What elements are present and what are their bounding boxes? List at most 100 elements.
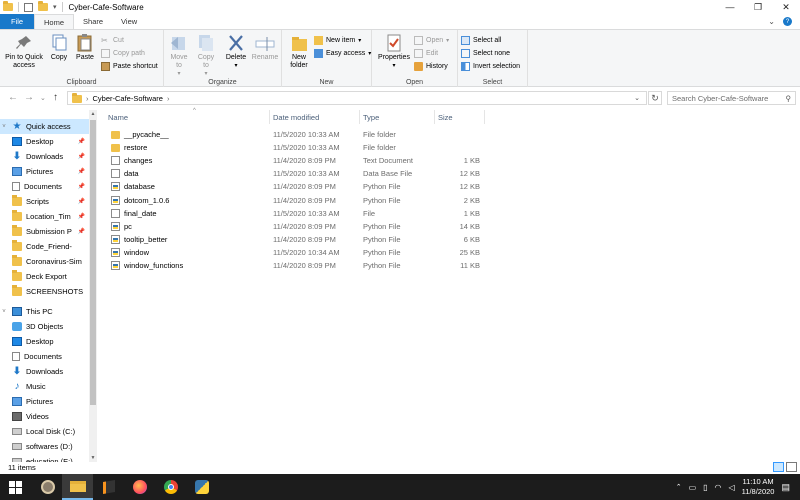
nav-item[interactable]: SCREENSHOTS bbox=[0, 284, 89, 299]
nav-quick-access[interactable]: ˅ ★ Quick access bbox=[0, 119, 89, 134]
nav-item[interactable]: Pictures 📌 bbox=[0, 164, 89, 179]
copy-path-button[interactable]: Copy path bbox=[101, 47, 145, 59]
wifi-icon[interactable]: ◠ bbox=[715, 483, 722, 492]
file-row[interactable]: dotcom_1.0.6 11/4/2020 8:09 PM Python File… bbox=[97, 194, 797, 207]
properties-button[interactable]: Properties ▾ bbox=[376, 34, 412, 70]
scrollbar-thumb[interactable] bbox=[90, 120, 96, 405]
column-header-name[interactable]: Name ^ bbox=[105, 108, 270, 124]
breadcrumb-separator-icon[interactable]: › bbox=[167, 94, 170, 103]
nav-item[interactable]: Deck Export bbox=[0, 269, 89, 284]
up-arrow-icon[interactable]: ↑ bbox=[53, 92, 58, 103]
nav-this-pc[interactable]: ˅ This PC bbox=[0, 304, 89, 319]
copy-button[interactable]: Copy bbox=[48, 34, 70, 62]
paste-button[interactable]: Paste bbox=[73, 34, 97, 62]
file-row[interactable]: window_functions 11/4/2020 8:09 PM Python … bbox=[97, 259, 797, 272]
gimp-icon[interactable] bbox=[32, 474, 63, 500]
new-item-button[interactable]: New item ▾ bbox=[314, 34, 361, 46]
large-icons-view-icon[interactable] bbox=[786, 462, 797, 472]
refresh-icon[interactable]: ↻ bbox=[648, 91, 662, 105]
new-folder-icon[interactable] bbox=[38, 1, 48, 11]
column-header-date[interactable]: Date modified bbox=[270, 110, 360, 124]
open-button[interactable]: Open ▾ bbox=[414, 34, 449, 46]
file-row[interactable]: database 11/4/2020 8:09 PM Python File 12 K… bbox=[97, 180, 797, 193]
new-folder-button[interactable]: New folder bbox=[286, 34, 312, 70]
scroll-down-icon[interactable]: ▼ bbox=[89, 455, 97, 461]
sublime-icon[interactable] bbox=[93, 474, 124, 500]
file-row[interactable]: window 11/5/2020 10:34 AM Python File 25 KB bbox=[97, 246, 797, 259]
tab-home[interactable]: Home bbox=[34, 14, 75, 29]
details-view-icon[interactable] bbox=[773, 462, 784, 472]
nav-item[interactable]: 3D Objects bbox=[0, 319, 89, 334]
python-icon[interactable] bbox=[186, 474, 217, 500]
file-row[interactable]: pc 11/4/2020 8:09 PM Python File 14 KB bbox=[97, 220, 797, 233]
nav-item[interactable]: education (E:) bbox=[0, 454, 89, 462]
windows-icon[interactable] bbox=[0, 474, 31, 500]
scroll-up-icon[interactable]: ▲ bbox=[89, 111, 97, 117]
volume-icon[interactable]: ◁ bbox=[729, 483, 735, 492]
nav-item[interactable]: ♪ Music bbox=[0, 379, 89, 394]
nav-item[interactable]: Documents 📌 bbox=[0, 179, 89, 194]
properties-icon[interactable] bbox=[24, 2, 33, 12]
nav-item[interactable]: Location_Tim 📌 bbox=[0, 209, 89, 224]
forward-arrow-icon[interactable]: → bbox=[24, 92, 34, 103]
nav-item[interactable]: ⬇ Downloads 📌 bbox=[0, 149, 89, 164]
delete-button[interactable]: Delete ▾ bbox=[224, 34, 248, 70]
file-row[interactable]: __pycache__ 11/5/2020 10:33 AM File folder bbox=[97, 128, 797, 141]
nav-item[interactable]: Pictures bbox=[0, 394, 89, 409]
file-row[interactable]: final_date 11/5/2020 10:33 AM File 1 KB bbox=[97, 207, 797, 220]
back-arrow-icon[interactable]: ← bbox=[8, 92, 18, 103]
tab-file[interactable]: File bbox=[0, 14, 34, 29]
nav-item[interactable]: Coronavirus-Sim bbox=[0, 254, 89, 269]
address-bar[interactable]: › Cyber-Cafe-Software › ⌄ bbox=[67, 91, 647, 105]
file-row[interactable]: restore 11/5/2020 10:33 AM File folder bbox=[97, 141, 797, 154]
file-row[interactable]: data 11/5/2020 10:33 AM Data Base File 12 K… bbox=[97, 167, 797, 180]
rename-button[interactable]: Rename bbox=[251, 34, 279, 62]
firefox-icon[interactable] bbox=[124, 474, 155, 500]
chevron-down-icon[interactable]: ˅ bbox=[0, 124, 8, 130]
chevron-down-icon[interactable]: ⌄ bbox=[634, 94, 646, 102]
column-header-size[interactable]: Size bbox=[435, 110, 485, 124]
chevron-down-icon[interactable]: ⌄ bbox=[768, 17, 775, 26]
chevron-down-icon[interactable]: ˅ bbox=[0, 309, 8, 315]
notifications-icon[interactable]: ▤ bbox=[781, 482, 790, 493]
nav-item[interactable]: Scripts 📌 bbox=[0, 194, 89, 209]
cut-button[interactable]: ✂ Cut bbox=[101, 34, 124, 46]
copy-to-button[interactable]: Copy to ▾ bbox=[195, 34, 217, 78]
navigation-scrollbar[interactable]: ▲ ▼ bbox=[89, 110, 97, 462]
select-none-button[interactable]: Select none bbox=[461, 47, 510, 59]
recent-locations-icon[interactable]: ⌄ bbox=[40, 94, 46, 102]
easy-access-button[interactable]: Easy access ▾ bbox=[314, 47, 371, 59]
nav-item[interactable]: Code_Friend- bbox=[0, 239, 89, 254]
tab-view[interactable]: View bbox=[112, 14, 146, 29]
nav-item[interactable]: softwares (D:) bbox=[0, 439, 89, 454]
edit-button[interactable]: Edit bbox=[414, 47, 438, 59]
file-row[interactable]: changes 11/4/2020 8:09 PM Text Document 1 K… bbox=[97, 154, 797, 167]
clock[interactable]: 11:10 AM 11/8/2020 bbox=[742, 477, 775, 497]
nav-item[interactable]: Videos bbox=[0, 409, 89, 424]
breadcrumb[interactable]: Cyber-Cafe-Software bbox=[93, 94, 163, 103]
file-explorer-icon[interactable] bbox=[62, 474, 93, 500]
invert-selection-button[interactable]: Invert selection bbox=[461, 60, 520, 72]
history-button[interactable]: History bbox=[414, 60, 448, 72]
battery-icon[interactable]: ▯ bbox=[703, 483, 707, 492]
pin-to-quick-access-button[interactable]: Pin to Quick access bbox=[3, 34, 45, 70]
nav-item[interactable]: ⬇ Downloads bbox=[0, 364, 89, 379]
nav-item[interactable]: Local Disk (C:) bbox=[0, 424, 89, 439]
search-input[interactable]: Search Cyber-Cafe-Software ⚲ bbox=[667, 91, 796, 105]
network-icon[interactable]: ▭ bbox=[689, 483, 697, 492]
select-all-button[interactable]: Select all bbox=[461, 34, 501, 46]
move-to-button[interactable]: Move to ▾ bbox=[168, 34, 190, 78]
minimize-icon[interactable]: — bbox=[716, 0, 744, 14]
nav-item[interactable]: Desktop bbox=[0, 334, 89, 349]
chevron-down-icon[interactable]: ▾ bbox=[53, 3, 57, 11]
help-icon[interactable]: ? bbox=[783, 17, 792, 26]
chevron-up-icon[interactable]: ⌃ bbox=[676, 483, 682, 491]
nav-item[interactable]: Desktop 📌 bbox=[0, 134, 89, 149]
paste-shortcut-button[interactable]: Paste shortcut bbox=[101, 60, 158, 72]
column-header-type[interactable]: Type bbox=[360, 110, 435, 124]
file-row[interactable]: tooltip_better 11/4/2020 8:09 PM Python Fi… bbox=[97, 233, 797, 246]
nav-item[interactable]: Submission P 📌 bbox=[0, 224, 89, 239]
nav-item[interactable]: Documents bbox=[0, 349, 89, 364]
tab-share[interactable]: Share bbox=[74, 14, 112, 29]
chrome-icon[interactable] bbox=[155, 474, 186, 500]
